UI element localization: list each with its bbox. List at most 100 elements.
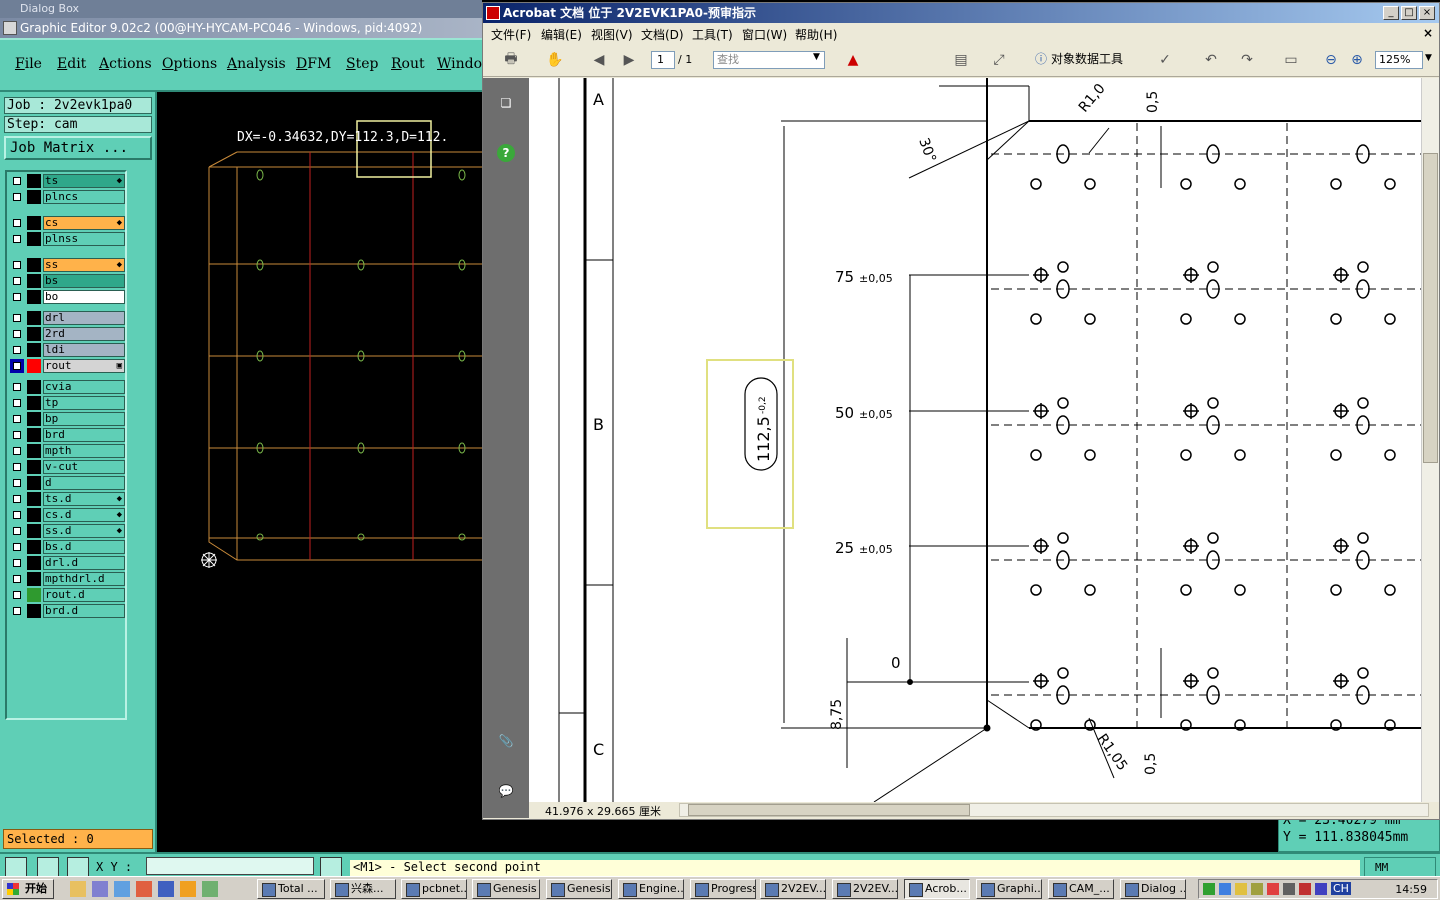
layer-checkbox[interactable] <box>10 572 24 586</box>
layer-checkbox[interactable] <box>10 258 24 272</box>
cross-tool-icon[interactable] <box>37 857 59 877</box>
layer-color-swatch[interactable] <box>27 174 41 188</box>
layer-color-swatch[interactable] <box>27 508 41 522</box>
layer-checkbox[interactable] <box>10 311 24 325</box>
layer-row-ts-d[interactable]: ts.d ◆ <box>8 492 125 506</box>
prev-page-icon[interactable]: ◀ <box>587 48 611 72</box>
layer-row-mpthdrl-d[interactable]: mpthdrl.d <box>8 572 125 586</box>
acrobat-title-bar[interactable]: Acrobat 文档 位于 2V2EVK1PA0-预审指示 _ □ × <box>483 3 1439 23</box>
layer-row-drl-d[interactable]: drl.d <box>8 556 125 570</box>
acrobat-logo-icon[interactable]: ▲ <box>841 48 865 72</box>
layer-color-swatch[interactable] <box>27 290 41 304</box>
network-icon[interactable] <box>1203 883 1215 895</box>
layer-row-brd[interactable]: brd <box>8 428 125 442</box>
layer-color-swatch[interactable] <box>27 428 41 442</box>
page-view-icon[interactable]: ▭ <box>1279 48 1303 72</box>
comments-icon[interactable]: 💬 <box>495 780 517 802</box>
layer-row-2rd[interactable]: 2rd <box>8 327 125 341</box>
zoom-dropdown-icon[interactable]: ▼ <box>1425 53 1432 63</box>
quicklaunch-clock-icon[interactable] <box>180 881 196 897</box>
taskbar-button[interactable]: Genesis <box>472 879 540 899</box>
doc-close-icon[interactable]: × <box>1423 26 1433 40</box>
layer-checkbox[interactable] <box>10 343 24 357</box>
layer-color-swatch[interactable] <box>27 492 41 506</box>
find-dropdown-icon[interactable]: ▼ <box>813 52 820 62</box>
layer-color-swatch[interactable] <box>27 444 41 458</box>
layer-color-swatch[interactable] <box>27 343 41 357</box>
graphic-canvas[interactable]: DX=-0.34632,DY=112.3,D=112. <box>157 92 482 852</box>
layer-name[interactable]: brd <box>43 428 125 442</box>
horizontal-scrollbar[interactable] <box>679 803 1429 817</box>
layer-name[interactable]: ss.d ◆ <box>43 524 125 538</box>
layer-checkbox[interactable] <box>10 604 24 618</box>
taskbar-button[interactable]: Graphi... <box>976 879 1042 899</box>
layer-row-ts[interactable]: ts ◆ <box>8 174 125 188</box>
layer-name[interactable]: bs.d <box>43 540 125 554</box>
layer-color-swatch[interactable] <box>27 380 41 394</box>
quicklaunch-edit-icon[interactable] <box>70 881 86 897</box>
layer-color-swatch[interactable] <box>27 412 41 426</box>
layer-row-cs-d[interactable]: cs.d ◆ <box>8 508 125 522</box>
quicklaunch-x-icon[interactable] <box>92 881 108 897</box>
layer-row-bp[interactable]: bp <box>8 412 125 426</box>
vertical-scrollbar[interactable] <box>1421 78 1439 802</box>
menu-actions[interactable]: Actions <box>99 56 152 72</box>
layer-checkbox[interactable] <box>10 190 24 204</box>
taskbar-button[interactable]: Acrob... <box>904 879 970 899</box>
layer-row-bs[interactable]: bs <box>8 274 125 288</box>
quicklaunch-folder-icon[interactable] <box>202 881 218 897</box>
layer-checkbox[interactable] <box>10 588 24 602</box>
pause-icon[interactable] <box>320 857 342 877</box>
layer-color-swatch[interactable] <box>27 216 41 230</box>
layer-name[interactable]: bs <box>43 274 125 288</box>
job-matrix-button[interactable]: Job Matrix ... <box>4 136 152 160</box>
layer-name[interactable]: brd.d <box>43 604 125 618</box>
layer-color-swatch[interactable] <box>27 476 41 490</box>
layer-checkbox[interactable] <box>10 476 24 490</box>
layer-checkbox[interactable] <box>10 216 24 230</box>
menu-window-cn[interactable]: 窗口(W) <box>742 26 787 43</box>
layer-color-swatch[interactable] <box>27 556 41 570</box>
select-arrow-icon[interactable] <box>5 857 27 877</box>
layer-row-plncs[interactable]: plncs <box>8 190 125 204</box>
layer-checkbox[interactable] <box>10 174 24 188</box>
taskbar-button[interactable]: pcbnet... <box>401 879 467 899</box>
layer-checkbox[interactable] <box>10 524 24 538</box>
layer-color-swatch[interactable] <box>27 359 41 373</box>
xy-input[interactable] <box>146 857 314 875</box>
layer-row-cvia[interactable]: cvia <box>8 380 125 394</box>
layer-checkbox[interactable] <box>10 428 24 442</box>
tray-app6-icon[interactable] <box>1315 883 1327 895</box>
layer-color-swatch[interactable] <box>27 604 41 618</box>
menu-edit-cn[interactable]: 编辑(E) <box>541 26 582 43</box>
layer-name[interactable]: cs.d ◆ <box>43 508 125 522</box>
menu-options[interactable]: Options <box>162 56 217 72</box>
layer-checkbox[interactable] <box>10 359 24 373</box>
zoom-in-icon[interactable]: ⊕ <box>1345 48 1369 72</box>
layer-row-bo[interactable]: bo <box>8 290 125 304</box>
layer-name[interactable]: bo <box>43 290 125 304</box>
layer-row-mpth[interactable]: mpth <box>8 444 125 458</box>
layer-checkbox[interactable] <box>10 444 24 458</box>
layer-row-v-cut[interactable]: v-cut <box>8 460 125 474</box>
layer-row-drl[interactable]: drl <box>8 311 125 325</box>
layer-name[interactable]: cvia <box>43 380 125 394</box>
tray-app5-icon[interactable] <box>1299 883 1311 895</box>
zoom-level[interactable]: 125% <box>1375 51 1423 69</box>
layer-color-swatch[interactable] <box>27 232 41 246</box>
layer-checkbox[interactable] <box>10 540 24 554</box>
horizontal-scroll-thumb[interactable] <box>688 804 970 816</box>
layer-row-rout[interactable]: rout ▣ <box>8 359 125 373</box>
menu-edit[interactable]: Edit <box>57 56 86 72</box>
redo-icon[interactable]: ↷ <box>1235 48 1259 72</box>
layer-checkbox[interactable] <box>10 508 24 522</box>
layer-color-swatch[interactable] <box>27 274 41 288</box>
layer-name[interactable]: ss ◆ <box>43 258 125 272</box>
layer-checkbox[interactable] <box>10 460 24 474</box>
find-input[interactable]: 查找 <box>713 51 825 69</box>
layer-name[interactable]: plncs <box>43 190 125 204</box>
layer-row-bs-d[interactable]: bs.d <box>8 540 125 554</box>
layer-checkbox[interactable] <box>10 327 24 341</box>
layer-name[interactable]: mpthdrl.d <box>43 572 125 586</box>
taskbar-button[interactable]: Total ... <box>257 879 325 899</box>
